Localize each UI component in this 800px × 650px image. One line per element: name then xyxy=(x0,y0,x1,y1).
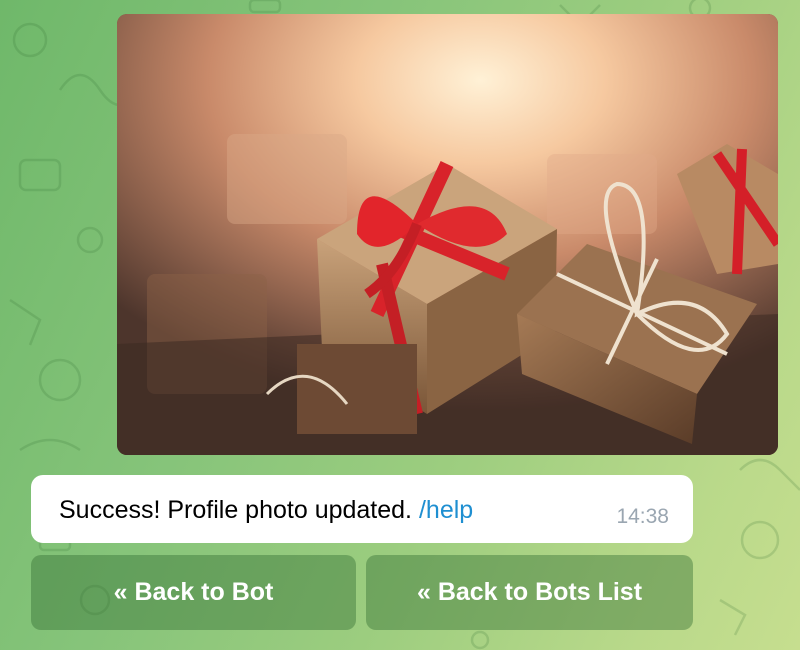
message-body: Success! Profile photo updated. xyxy=(59,496,413,524)
help-command-link[interactable]: /help xyxy=(419,496,473,524)
message-text: Success! Profile photo updated. /help xyxy=(59,496,473,525)
back-to-bots-list-button[interactable]: « Back to Bots List xyxy=(366,555,693,630)
back-to-bot-button[interactable]: « Back to Bot xyxy=(31,555,356,630)
message-bubble: Success! Profile photo updated. /help 14… xyxy=(31,475,693,543)
gift-photo-illustration xyxy=(117,14,778,455)
message-timestamp: 14:38 xyxy=(616,505,669,528)
gift-boxes-photo[interactable] xyxy=(117,14,778,455)
